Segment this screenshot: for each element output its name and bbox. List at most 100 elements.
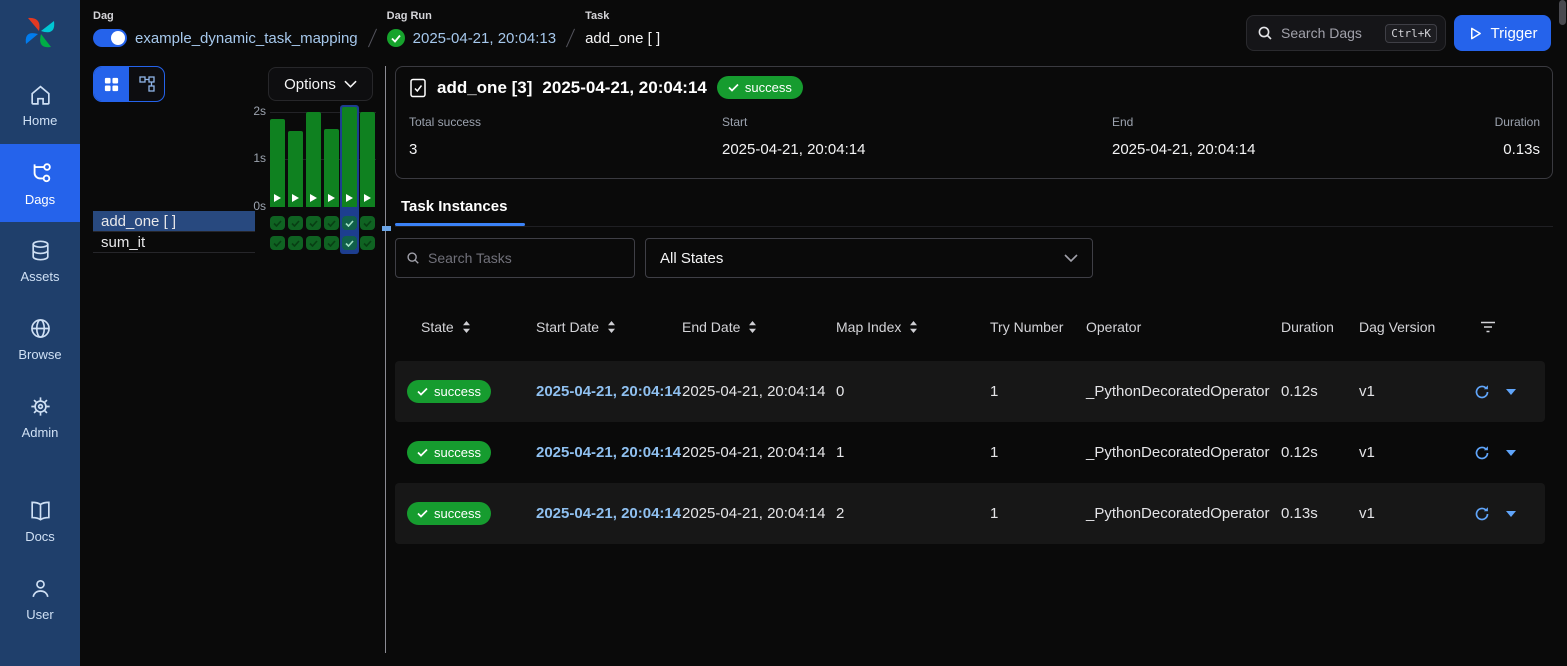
task-name-sum-it[interactable]: sum_it [93, 233, 255, 253]
breadcrumb-dag-run-link[interactable]: 2025-04-21, 20:04:13 [413, 30, 556, 47]
column-header-map-index[interactable]: Map Index [836, 319, 990, 335]
tab-task-instances[interactable]: Task Instances [401, 198, 507, 215]
task-instances-table-header: State Start Date End Date Map Index Try … [395, 305, 1545, 349]
task-instance-square[interactable] [360, 236, 375, 250]
options-button[interactable]: Options [268, 67, 373, 101]
task-instance-row[interactable]: success 2025-04-21, 20:04:14 2025-04-21,… [395, 422, 1545, 483]
view-toggle [93, 66, 165, 102]
start-date-link[interactable]: 2025-04-21, 20:04:14 [536, 444, 682, 461]
task-instance-square[interactable] [288, 236, 303, 250]
task-instance-square[interactable] [360, 216, 375, 230]
sidebar-item-docs[interactable]: Docs [0, 482, 80, 560]
task-name-add-one[interactable]: add_one [ ] [93, 211, 255, 232]
try-number: 1 [990, 505, 1086, 522]
trigger-button[interactable]: Trigger [1454, 15, 1551, 51]
run-play-icon [346, 194, 353, 202]
sidebar-item-label: Home [23, 113, 58, 128]
sidebar-item-browse[interactable]: Browse [0, 300, 80, 378]
operator: _PythonDecoratedOperator [1086, 383, 1281, 400]
run-bar[interactable] [306, 112, 321, 207]
row-menu-caret[interactable] [1506, 450, 1516, 456]
sidebar-item-admin[interactable]: Admin [0, 378, 80, 456]
clear-task-button[interactable] [1474, 445, 1490, 461]
search-icon [1257, 25, 1273, 41]
task-name-label: sum_it [101, 234, 145, 251]
search-dags-box[interactable]: Ctrl+K [1246, 15, 1446, 51]
sidebar: Home Dags Assets [0, 0, 80, 666]
run-bar[interactable] [288, 131, 303, 207]
scrollbar-thumb[interactable] [1559, 0, 1566, 25]
check-icon [417, 448, 428, 457]
dag-version: v1 [1359, 383, 1470, 400]
graph-view-icon [138, 75, 156, 93]
try-number: 1 [990, 444, 1086, 461]
column-filter-button[interactable] [1470, 321, 1545, 333]
column-header-try-number: Try Number [990, 319, 1086, 335]
column-header-state[interactable]: State [407, 319, 536, 335]
breadcrumb-dag-link[interactable]: example_dynamic_task_mapping [135, 30, 358, 47]
duration: 0.13s [1281, 505, 1359, 522]
search-tasks-input[interactable] [428, 250, 624, 266]
sidebar-item-assets[interactable]: Assets [0, 222, 80, 300]
task-instance-square[interactable] [306, 216, 321, 230]
task-instance-square-selected[interactable] [342, 216, 357, 230]
graph-view-button[interactable] [129, 67, 164, 101]
sidebar-item-home[interactable]: Home [0, 66, 80, 144]
task-instance-squares-add-one [270, 216, 376, 230]
task-instance-square-selected[interactable] [342, 236, 357, 250]
column-header-operator: Operator [1086, 319, 1281, 335]
task-instance-row[interactable]: success 2025-04-21, 20:04:14 2025-04-21,… [395, 483, 1545, 544]
chevron-down-icon [344, 80, 357, 88]
run-bar[interactable] [270, 119, 285, 207]
airflow-app: Home Dags Assets [0, 0, 1567, 666]
row-menu-caret[interactable] [1506, 389, 1516, 395]
column-header-start-date[interactable]: Start Date [536, 319, 682, 335]
run-bar[interactable] [324, 129, 339, 207]
sidebar-item-label: Admin [22, 425, 59, 440]
dag-pause-toggle[interactable] [93, 29, 127, 47]
options-button-label: Options [284, 76, 336, 93]
clear-task-button[interactable] [1474, 506, 1490, 522]
sidebar-item-label: User [26, 607, 53, 622]
task-instance-square[interactable] [270, 216, 285, 230]
run-bar-selected[interactable] [342, 107, 357, 207]
start-date-link[interactable]: 2025-04-21, 20:04:14 [536, 383, 682, 400]
clear-task-button[interactable] [1474, 384, 1490, 400]
task-instance-square[interactable] [270, 236, 285, 250]
task-instance-row[interactable]: success 2025-04-21, 20:04:14 2025-04-21,… [395, 361, 1545, 422]
breadcrumb-dag: Dag example_dynamic_task_mapping [93, 10, 358, 49]
start-date-link[interactable]: 2025-04-21, 20:04:14 [536, 505, 682, 522]
state-filter-select[interactable]: All States [645, 238, 1093, 278]
trigger-button-label: Trigger [1491, 25, 1538, 42]
dags-icon [27, 160, 53, 186]
task-instance-squares-sum-it [270, 236, 376, 250]
sidebar-item-user[interactable]: User [0, 560, 80, 638]
panel-divider[interactable] [385, 66, 386, 653]
assets-icon [28, 238, 53, 263]
search-tasks-box[interactable] [395, 238, 635, 278]
breadcrumb-dag-run: Dag Run 2025-04-21, 20:04:13 [387, 10, 556, 49]
search-dags-input[interactable] [1281, 25, 1377, 41]
status-badge: success [407, 380, 491, 403]
task-detail-title: add_one [3] [437, 78, 532, 98]
refresh-icon [1474, 445, 1490, 461]
duration: 0.12s [1281, 444, 1359, 461]
grid-view-button[interactable] [94, 67, 129, 101]
column-header-end-date[interactable]: End Date [682, 319, 836, 335]
dag-run-success-icon [387, 29, 405, 47]
breadcrumb-dag-run-label: Dag Run [387, 10, 556, 22]
row-menu-caret[interactable] [1506, 511, 1516, 517]
task-instance-square[interactable] [324, 216, 339, 230]
sidebar-item-dags[interactable]: Dags [0, 144, 80, 222]
airflow-logo[interactable] [0, 0, 80, 66]
sort-icon [746, 320, 759, 334]
home-icon [28, 82, 53, 107]
run-bar[interactable] [360, 112, 375, 207]
task-instance-square[interactable] [324, 236, 339, 250]
run-play-icon [310, 194, 317, 202]
task-instance-square[interactable] [306, 236, 321, 250]
state-filter-value: All States [660, 250, 723, 267]
breadcrumb-dag-label: Dag [93, 10, 358, 22]
task-instance-square[interactable] [288, 216, 303, 230]
try-number: 1 [990, 383, 1086, 400]
